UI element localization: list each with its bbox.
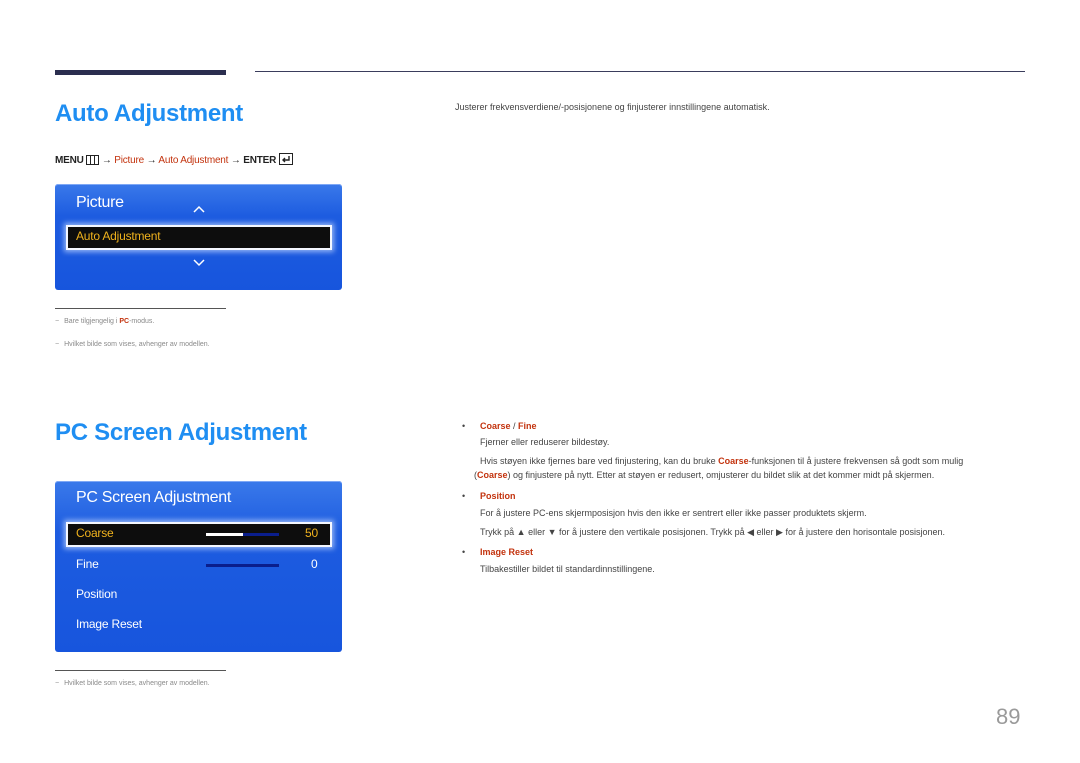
notes-divider: [55, 670, 226, 671]
bullet-dot: •: [462, 547, 466, 557]
fine-slider[interactable]: [206, 564, 279, 567]
path-step-auto-adjustment: Auto Adjustment: [158, 155, 229, 166]
fine-value: 0: [311, 557, 318, 571]
pc-screen-adjustment-osd-menu: PC Screen Adjustment Coarse 50 Fine 0 Po…: [55, 481, 342, 652]
header-rule-thin: [255, 71, 1025, 72]
osd-item-position[interactable]: Position: [76, 587, 117, 601]
chevron-down-icon[interactable]: [193, 258, 205, 270]
picture-osd-menu: Picture Auto Adjustment: [55, 184, 342, 290]
coarse-fine-line1: Fjerner eller reduserer bildestøy.: [480, 437, 610, 447]
bullet-head-coarse-fine: Coarse / Fine: [480, 421, 537, 431]
osd-item-label: Fine: [76, 557, 99, 571]
note-model: − Hvilket bilde som vises, avhenger av mo…: [55, 680, 210, 687]
enter-label: ENTER: [243, 155, 277, 166]
coarse-fine-line2: Hvis støyen ikke fjernes bare ved finjus…: [480, 456, 964, 466]
osd-item-label: Image Reset: [76, 617, 142, 631]
osd-item-image-reset[interactable]: Image Reset: [76, 617, 142, 631]
osd-item-label: Position: [76, 587, 118, 601]
path-arrow: →: [146, 155, 157, 166]
osd-item-fine[interactable]: Fine: [76, 557, 99, 571]
section-title-auto-adjustment: Auto Adjustment: [55, 100, 243, 127]
notes-divider: [55, 308, 226, 309]
image-reset-line1: Tilbakestiller bildet til standardinnsti…: [480, 564, 655, 574]
osd-item-coarse[interactable]: Coarse 50: [66, 522, 332, 547]
coarse-fine-line3: (Coarse) og finjustere på nytt. Etter at…: [474, 470, 935, 480]
osd-item-label: Coarse: [76, 526, 114, 540]
page-number: 89: [996, 704, 1021, 729]
enter-icon: [278, 153, 293, 168]
path-arrow: →: [230, 155, 241, 166]
menu-icon: [86, 155, 100, 168]
bullet-head-image-reset: Image Reset: [480, 547, 534, 557]
path-arrow: →: [101, 155, 112, 166]
header-rule-thick: [55, 70, 226, 75]
section-title-pc-screen-adjustment: PC Screen Adjustment: [55, 419, 307, 446]
path-step-picture: Picture: [114, 155, 144, 166]
osd-item-label: Auto Adjustment: [76, 229, 161, 243]
chevron-up-icon[interactable]: [193, 204, 205, 216]
osd-title: PC Screen Adjustment: [76, 489, 231, 506]
menu-label: MENU: [55, 155, 84, 166]
position-line1: For å justere PC-ens skjermposisjon hvis…: [480, 508, 867, 518]
auto-adjustment-description: Justerer frekvensverdiene/-posisjonene o…: [455, 102, 770, 112]
coarse-value: 50: [305, 526, 318, 540]
note-pc-mode: − Bare tilgjengelig i PC-modus.: [55, 318, 155, 325]
bullet-dot: •: [462, 491, 466, 501]
note-model: − Hvilket bilde som vises, avhenger av mo…: [55, 341, 210, 348]
position-line2: Trykk på ▲ eller ▼ for å justere den ver…: [480, 527, 946, 537]
coarse-slider-fill: [206, 533, 243, 536]
osd-item-auto-adjustment[interactable]: Auto Adjustment: [66, 225, 332, 250]
menu-path: MENU → Picture → Auto Adjustment → ENTER: [55, 153, 293, 168]
bullet-head-position: Position: [480, 491, 516, 501]
osd-title: Picture: [76, 194, 124, 211]
bullet-dot: •: [462, 421, 466, 431]
coarse-slider[interactable]: [206, 533, 279, 536]
